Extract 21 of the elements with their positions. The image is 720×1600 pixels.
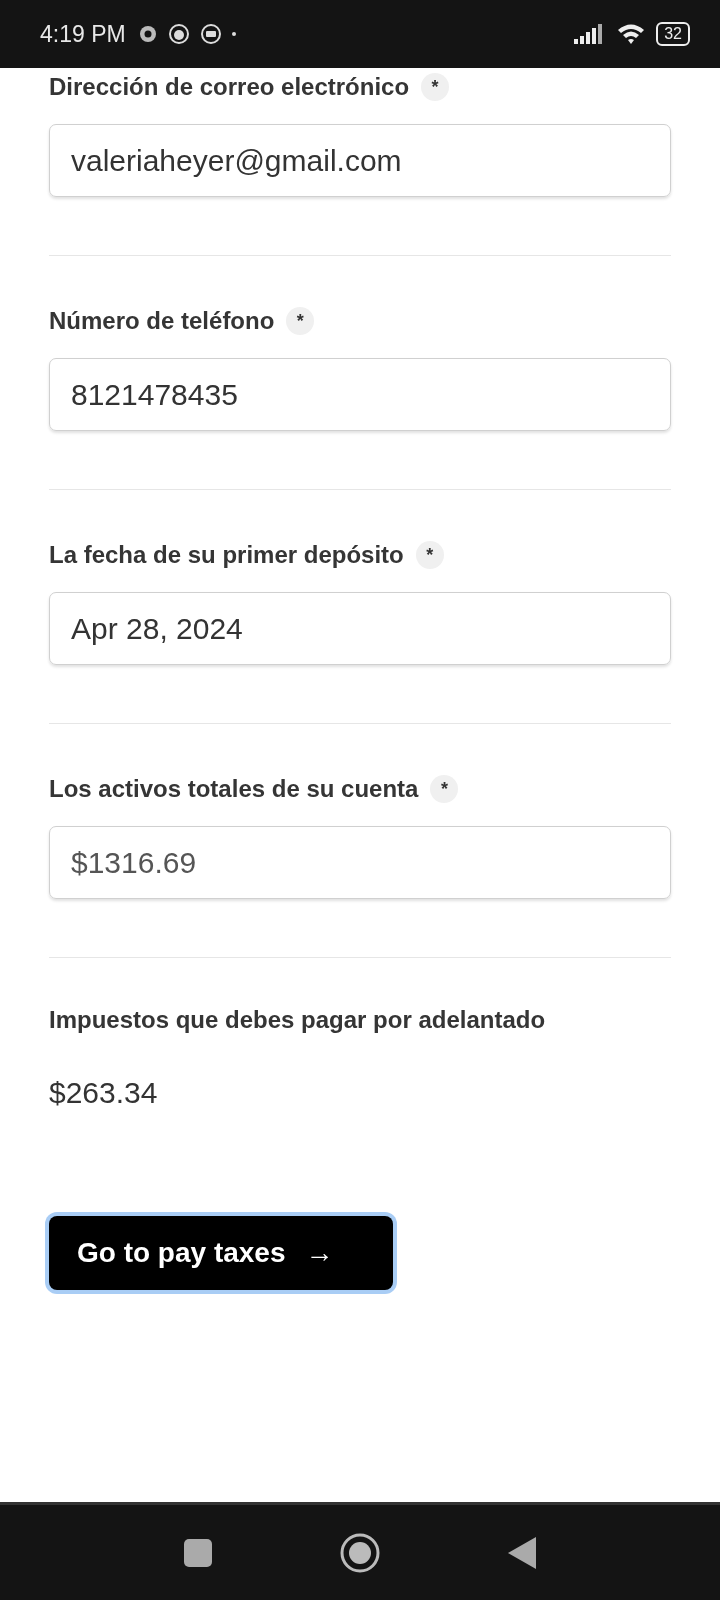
required-mark: * bbox=[421, 73, 450, 101]
tax-label: Impuestos que debes pagar por adelantado bbox=[49, 1006, 547, 1034]
required-mark: * bbox=[286, 307, 315, 335]
input-field[interactable]: Apr 28, 2024 bbox=[49, 592, 671, 665]
home-icon[interactable] bbox=[340, 1532, 380, 1573]
input-field[interactable]: valeriaheyer@gmail.com bbox=[49, 124, 671, 197]
required-mark: * bbox=[430, 775, 459, 803]
battery-icon: 32 bbox=[656, 22, 690, 46]
recents-icon[interactable] bbox=[184, 1538, 212, 1567]
dot-icon bbox=[231, 32, 236, 36]
field-label: La fecha de su primer depósito bbox=[49, 541, 404, 569]
wifi-icon bbox=[616, 22, 647, 46]
field-label: Número de teléfono bbox=[49, 307, 275, 335]
tax-amount: $263.34 bbox=[49, 1076, 159, 1110]
status-time: 4:19 PM bbox=[40, 20, 126, 48]
required-mark: * bbox=[415, 541, 444, 569]
input-field[interactable]: 8121478435 bbox=[49, 358, 671, 431]
notification-icon bbox=[199, 23, 222, 45]
back-icon[interactable] bbox=[508, 1536, 536, 1569]
field-label: Los activos totales de su cuenta bbox=[49, 775, 419, 803]
field-label: Dirección de correo electrónico bbox=[49, 73, 410, 101]
